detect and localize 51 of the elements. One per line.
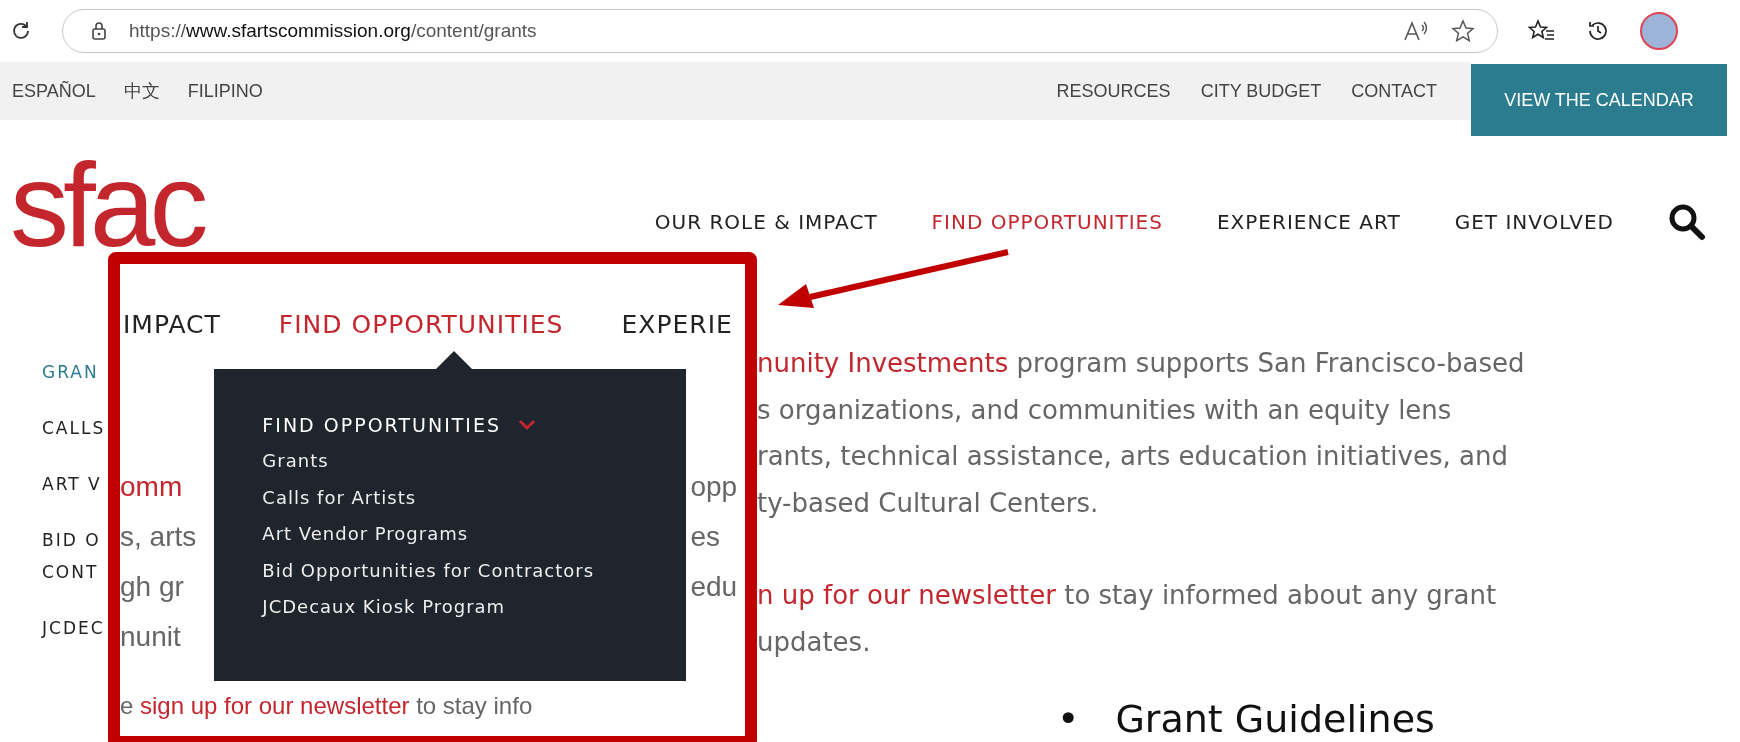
view-calendar-button[interactable]: VIEW THE CALENDAR — [1471, 64, 1727, 136]
nav-link[interactable]: GET INVOLVED — [1454, 210, 1614, 234]
body-text: es — [690, 520, 721, 554]
menu-item[interactable]: Art Vendor Programs — [262, 516, 469, 553]
history-icon[interactable] — [1586, 19, 1610, 43]
chevron-down-icon[interactable] — [517, 418, 537, 432]
menu-item[interactable]: JCDecaux Kiosk Program — [262, 589, 506, 626]
text-link[interactable]: nunity Investments — [757, 348, 1009, 378]
sidebar-link[interactable]: BID O CONT — [42, 524, 108, 588]
paragraph-text: e sign up for our newsletter to stay info — [120, 691, 534, 721]
language-link[interactable]: 中文 — [123, 79, 160, 103]
body-text: nunit — [120, 620, 182, 654]
profile-avatar[interactable] — [1640, 12, 1678, 50]
paragraph-text: nunity Investments program supports San Francisco-based s organizations, and communities with an equity lens rants, technical assistance, arts education initiatives, and ty-based Cultural Centers. — [757, 347, 1526, 520]
reload-icon[interactable] — [10, 20, 32, 42]
nav-link[interactable]: OUR ROLE & IMPACT — [654, 210, 878, 234]
paragraph-text: n up for our newsletter to stay informed about any grant updates. — [757, 579, 1498, 659]
body-text: s, arts — [120, 520, 198, 554]
text-link[interactable]: n up for our newsletter — [757, 580, 1056, 610]
url-text: https://www.sfartscommission.org/content/grants — [129, 20, 537, 42]
utility-link[interactable]: RESOURCES — [1056, 80, 1171, 102]
bullet-marker: • — [1057, 697, 1080, 741]
nav-link[interactable]: FIND OPPORTUNITIES — [931, 210, 1163, 234]
search-icon[interactable] — [1668, 203, 1706, 241]
body-text: edu — [690, 570, 739, 604]
logo[interactable]: sfac — [10, 157, 203, 257]
menu-item[interactable]: Calls for Artists — [262, 479, 417, 516]
nav-link[interactable]: EXPERIENCE ART — [1216, 210, 1401, 234]
sidebar-link[interactable]: ART V — [42, 468, 108, 500]
bullet-item: Grant Guidelines — [1115, 697, 1435, 741]
read-aloud-icon[interactable] — [1403, 20, 1429, 42]
text-link[interactable]: sign up for our newsletter — [140, 692, 410, 719]
favorites-icon[interactable] — [1528, 19, 1556, 43]
text-link[interactable]: omm — [120, 462, 215, 512]
body-text: opp — [690, 470, 739, 504]
body-text: gh gr — [120, 570, 185, 604]
nav-link[interactable]: EXPERIE — [621, 309, 733, 339]
language-link[interactable]: FILIPINO — [187, 80, 263, 102]
sidebar-link[interactable]: GRAN — [42, 356, 108, 388]
menu-item[interactable]: Grants — [262, 443, 329, 480]
sidebar-link[interactable]: CALLS — [42, 412, 108, 444]
lock-icon[interactable] — [91, 21, 107, 41]
star-icon[interactable] — [1451, 19, 1475, 43]
nav-link[interactable]: FIND OPPORTUNITIES — [278, 309, 564, 339]
menu-heading[interactable]: FIND OPPORTUNITIES — [262, 414, 501, 436]
language-link[interactable]: ESPAÑOL — [12, 80, 96, 102]
utility-link[interactable]: CITY BUDGET — [1200, 80, 1322, 102]
menu-item[interactable]: Bid Opportunities for Contractors — [262, 552, 595, 589]
utility-link[interactable]: CONTACT — [1351, 80, 1437, 102]
nav-link[interactable]: IMPACT — [123, 309, 221, 339]
sidebar-link[interactable]: JCDEC — [42, 612, 108, 644]
